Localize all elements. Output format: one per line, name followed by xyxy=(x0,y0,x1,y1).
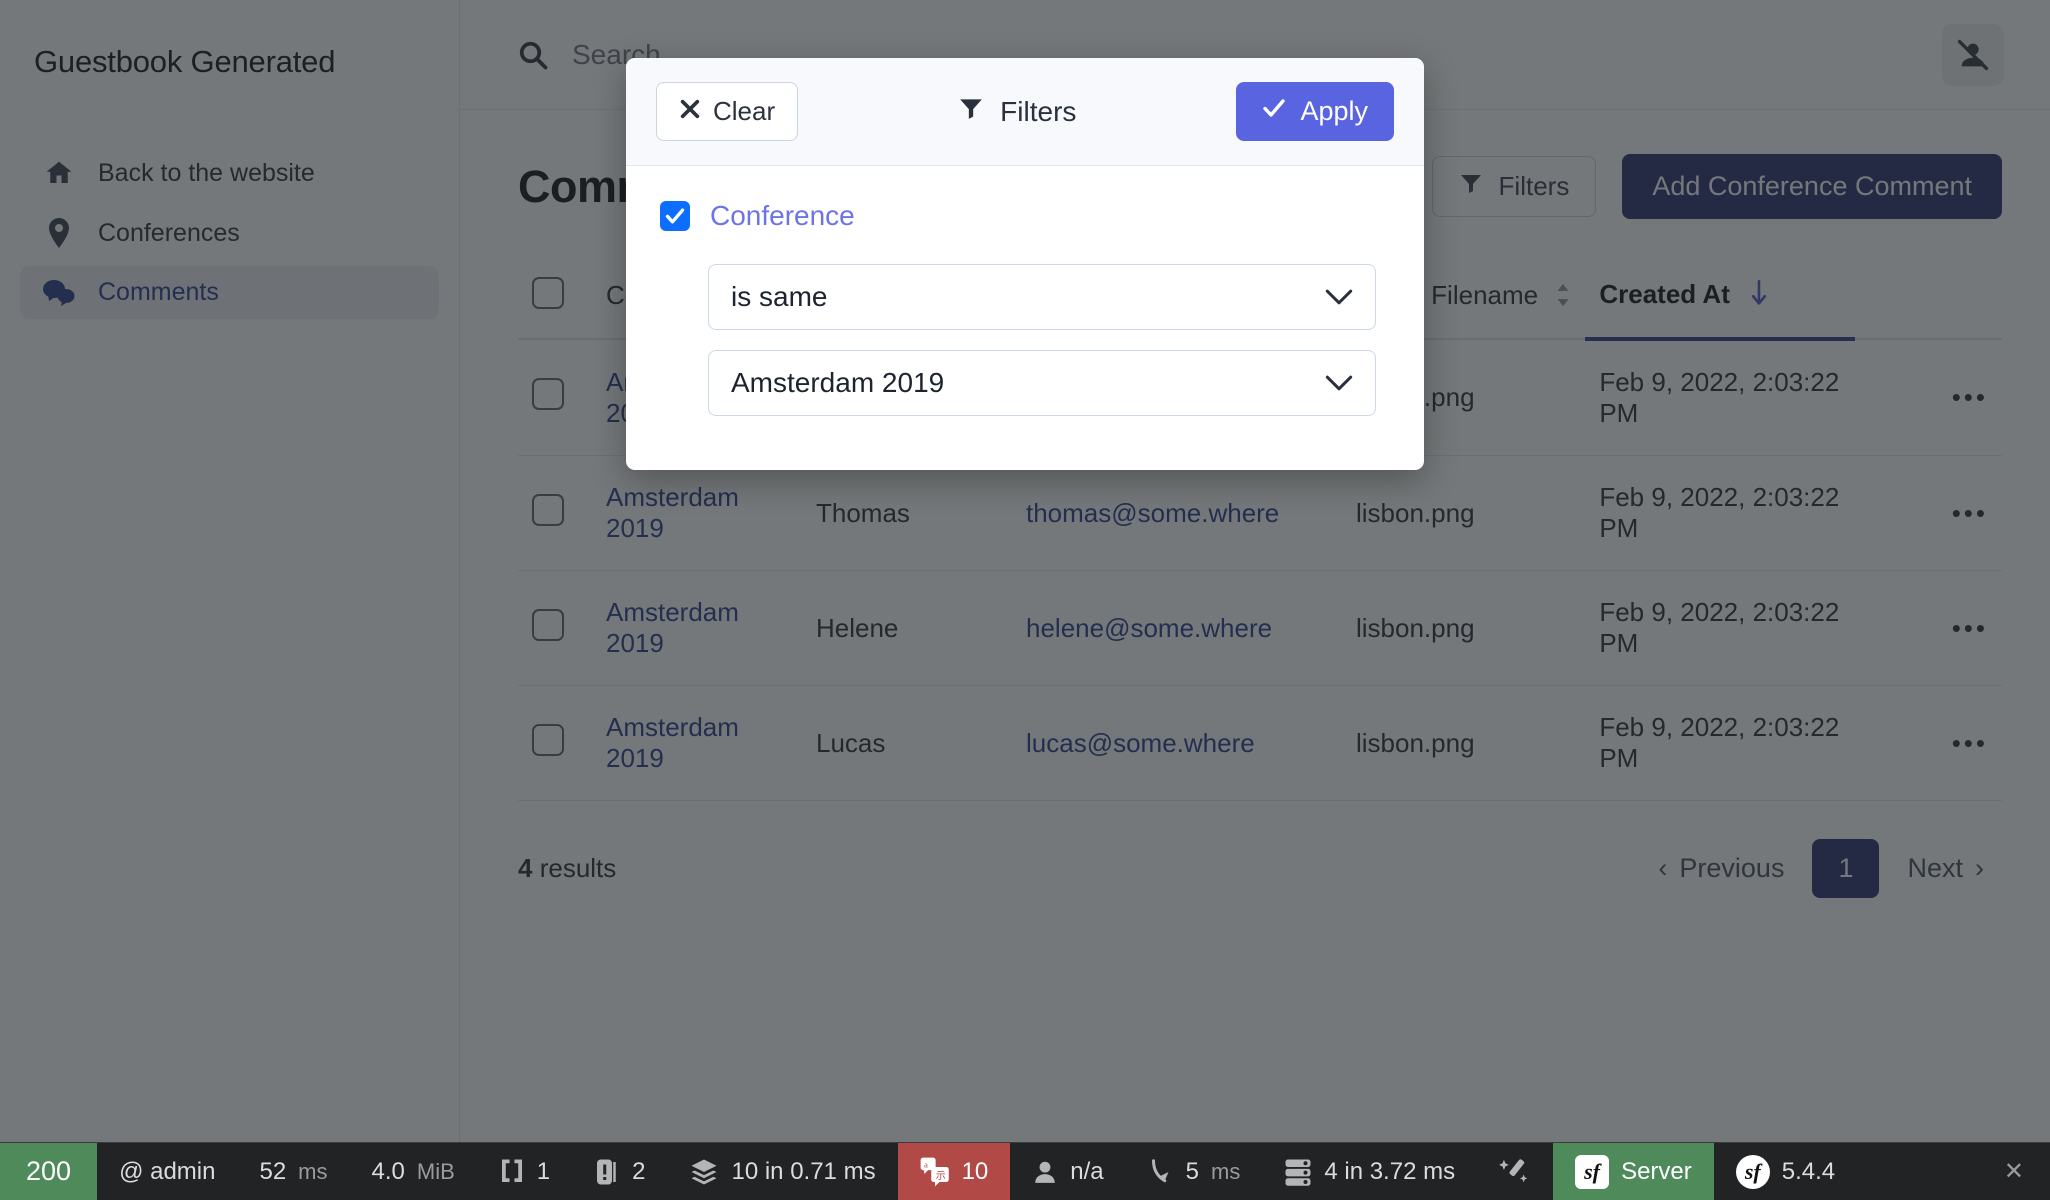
exclamation-icon xyxy=(594,1157,620,1187)
debug-request-time[interactable]: 52 ms xyxy=(237,1143,349,1200)
filter-conference-row: Conference xyxy=(660,200,1390,232)
debug-forms-count: 1 xyxy=(537,1158,550,1186)
symfony-logo-icon: sf xyxy=(1575,1155,1609,1189)
debug-memory[interactable]: 4.0 MiB xyxy=(350,1143,477,1200)
debug-twig[interactable]: 10 in 0.71 ms xyxy=(667,1143,897,1200)
debug-logs-count: 2 xyxy=(632,1158,645,1186)
debug-events-unit: ms xyxy=(1211,1159,1240,1185)
debug-close-icon[interactable]: ✕ xyxy=(1978,1143,2050,1200)
comparator-selected-value: is same xyxy=(731,281,827,313)
debug-events-value: 5 xyxy=(1186,1158,1199,1186)
screen: Guestbook Generated Back to the website … xyxy=(0,0,2050,1200)
chevron-down-icon xyxy=(1325,374,1353,392)
database-icon xyxy=(1284,1157,1312,1187)
debug-server[interactable]: sf Server xyxy=(1553,1143,1714,1200)
close-x-icon xyxy=(679,96,701,127)
debug-database[interactable]: 4 in 3.72 ms xyxy=(1262,1143,1477,1200)
chevron-down-icon xyxy=(1325,288,1353,306)
filters-modal-body: Conference is same Amsterdam 2019 xyxy=(626,166,1424,470)
debug-user[interactable]: @ admin xyxy=(97,1143,237,1200)
debug-version-value: 5.4.4 xyxy=(1782,1158,1835,1186)
filters-modal-header: Clear Filters Apply xyxy=(626,58,1424,166)
filters-modal-title: Filters xyxy=(958,95,1076,128)
debug-forms[interactable]: 1 xyxy=(477,1143,572,1200)
debug-twig-text: 10 in 0.71 ms xyxy=(731,1158,875,1186)
conference-value-select[interactable]: Amsterdam 2019 xyxy=(708,350,1376,416)
debug-database-text: 4 in 3.72 ms xyxy=(1324,1158,1455,1186)
layers-icon xyxy=(689,1157,719,1187)
debug-status-code[interactable]: 200 xyxy=(0,1143,97,1200)
form-icon xyxy=(499,1157,525,1187)
debug-memory-value: 4.0 xyxy=(372,1158,405,1186)
magic-wand-icon xyxy=(1499,1157,1531,1187)
symfony-logo-icon: sf xyxy=(1736,1155,1770,1189)
conference-filter-label[interactable]: Conference xyxy=(710,200,855,232)
conference-comparator-select[interactable]: is same xyxy=(708,264,1376,330)
translation-icon: a 示 xyxy=(920,1157,950,1187)
svg-text:示: 示 xyxy=(935,1171,945,1182)
debug-version[interactable]: sf 5.4.4 xyxy=(1714,1143,1857,1200)
apply-button-label: Apply xyxy=(1300,96,1368,127)
clear-filters-button[interactable]: Clear xyxy=(656,82,798,141)
filters-modal: Clear Filters Apply xyxy=(626,58,1424,470)
symfony-debug-toolbar: 200 @ admin 52 ms 4.0 MiB 1 xyxy=(0,1142,2050,1200)
debug-events[interactable]: 5 ms xyxy=(1126,1143,1263,1200)
debug-cache-wand[interactable] xyxy=(1477,1143,1553,1200)
debug-time-unit: ms xyxy=(298,1159,327,1185)
debug-logs[interactable]: 2 xyxy=(572,1143,667,1200)
conference-filter-checkbox[interactable] xyxy=(660,201,690,231)
debug-memory-unit: MiB xyxy=(417,1159,455,1185)
arrow-curve-icon xyxy=(1148,1157,1174,1187)
user-icon xyxy=(1032,1157,1058,1187)
debug-translations-count: 10 xyxy=(962,1158,989,1186)
filter-funnel-icon xyxy=(958,95,984,128)
clear-button-label: Clear xyxy=(713,96,775,127)
check-icon xyxy=(1262,96,1286,127)
debug-time-value: 52 xyxy=(259,1158,286,1186)
debug-security-user: n/a xyxy=(1070,1158,1103,1186)
debug-translations[interactable]: a 示 10 xyxy=(898,1143,1011,1200)
filters-modal-title-label: Filters xyxy=(1000,96,1076,128)
debug-server-label: Server xyxy=(1621,1158,1692,1186)
conference-selected-value: Amsterdam 2019 xyxy=(731,367,944,399)
svg-text:a: a xyxy=(924,1159,928,1169)
debug-security[interactable]: n/a xyxy=(1010,1143,1125,1200)
apply-filters-button[interactable]: Apply xyxy=(1236,82,1394,141)
